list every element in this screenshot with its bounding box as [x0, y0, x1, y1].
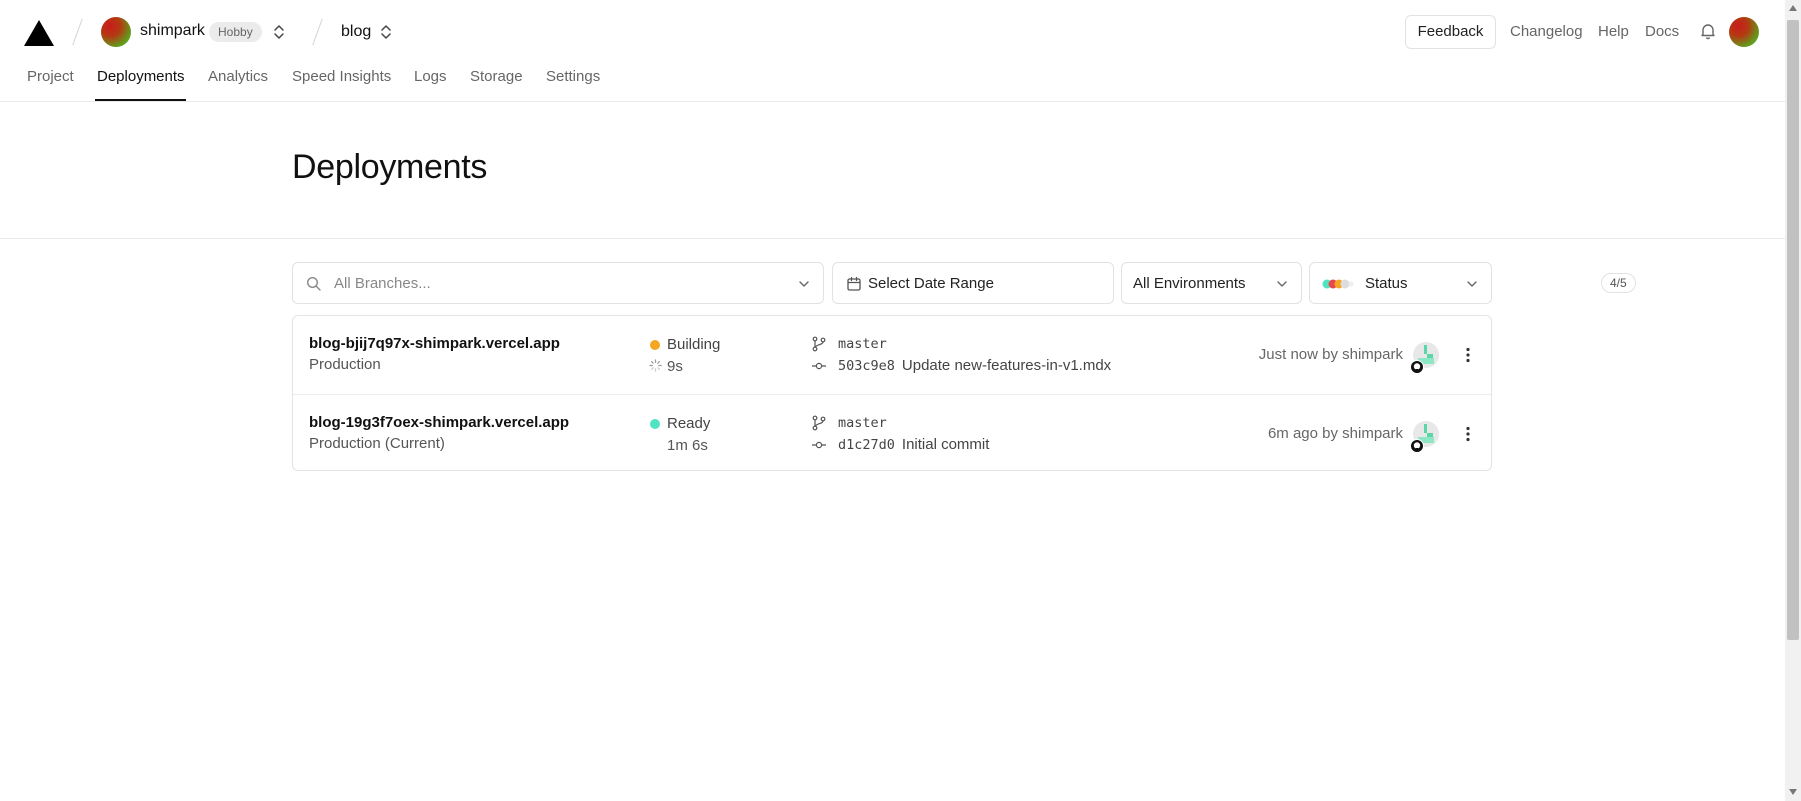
chevron-down-icon — [1277, 281, 1287, 287]
commit-info[interactable]: d1c27d0 Initial commit — [838, 436, 989, 453]
environment-filter-select[interactable]: All Environments — [1121, 262, 1302, 304]
tab-settings[interactable]: Settings — [546, 68, 600, 85]
deployment-duration: 9s — [667, 358, 683, 375]
scroll-down-arrow-icon[interactable] — [1788, 787, 1798, 797]
page-title: Deployments — [292, 148, 488, 186]
tab-logs[interactable]: Logs — [414, 68, 447, 85]
branch-filter-placeholder: All Branches... — [334, 275, 431, 292]
feedback-button[interactable]: Feedback — [1405, 15, 1496, 49]
team-name[interactable]: shimpark — [140, 22, 205, 40]
branch-name[interactable]: master — [838, 415, 887, 431]
tab-speed-insights[interactable]: Speed Insights — [292, 68, 391, 85]
branch-filter-select[interactable]: All Branches... — [292, 262, 824, 304]
commit-info[interactable]: 503c9e8 Update new-features-in-v1.mdx — [838, 357, 1111, 374]
section-divider — [0, 238, 1785, 239]
team-switcher-chevron-icon[interactable] — [272, 23, 286, 41]
github-icon — [1410, 439, 1424, 453]
commit-hash: d1c27d0 — [838, 437, 895, 453]
vercel-logo-icon[interactable] — [24, 20, 54, 46]
commit-message: Initial commit — [901, 436, 990, 453]
git-branch-icon — [812, 415, 826, 431]
tab-deployments[interactable]: Deployments — [97, 68, 185, 85]
deployment-meta: Just now by shimpark — [1258, 346, 1403, 363]
git-branch-icon — [812, 336, 826, 352]
status-filter-label: Status — [1365, 275, 1408, 292]
deployment-row[interactable]: blog-bjij7q97x-shimpark.vercel.app Produ… — [293, 316, 1491, 394]
deployment-status: Ready — [667, 415, 711, 432]
chevron-down-icon — [799, 281, 809, 287]
commit-message: Update new-features-in-v1.mdx — [901, 357, 1112, 374]
user-avatar[interactable] — [1729, 17, 1759, 47]
breadcrumb-separator — [312, 18, 323, 46]
tab-project[interactable]: Project — [27, 68, 74, 85]
deployment-duration: 1m 6s — [667, 437, 708, 454]
git-commit-icon — [812, 362, 826, 370]
docs-link[interactable]: Docs — [1645, 23, 1679, 40]
status-colors-icon — [1322, 279, 1354, 289]
git-commit-icon — [812, 441, 826, 449]
deployment-row[interactable]: blog-19g3f7oex-shimpark.vercel.app Produ… — [293, 394, 1491, 472]
team-avatar[interactable] — [101, 17, 131, 47]
deployment-url[interactable]: blog-19g3f7oex-shimpark.vercel.app — [309, 414, 569, 431]
calendar-icon — [847, 276, 861, 291]
tab-storage[interactable]: Storage — [470, 68, 523, 85]
date-range-picker[interactable]: Select Date Range — [832, 262, 1114, 304]
status-dot — [650, 419, 660, 429]
deployment-environment: Production — [309, 356, 381, 373]
deployment-environment: Production (Current) — [309, 435, 445, 452]
scrollbar-thumb[interactable] — [1787, 20, 1799, 640]
spinner-icon — [649, 359, 662, 372]
tab-analytics[interactable]: Analytics — [208, 68, 268, 85]
deployment-url[interactable]: blog-bjij7q97x-shimpark.vercel.app — [309, 335, 560, 352]
deployment-meta: 6m ago by shimpark — [1267, 425, 1403, 442]
search-icon — [306, 276, 321, 291]
environment-filter-label: All Environments — [1133, 275, 1246, 292]
changelog-link[interactable]: Changelog — [1510, 23, 1583, 40]
commit-hash: 503c9e8 — [838, 358, 895, 374]
kebab-menu-icon[interactable] — [1458, 345, 1478, 365]
project-switcher-chevron-icon[interactable] — [379, 23, 393, 41]
date-range-label: Select Date Range — [868, 275, 994, 292]
bell-icon[interactable] — [1698, 21, 1718, 41]
chevron-down-icon — [1467, 281, 1477, 287]
deployment-status: Building — [667, 336, 721, 353]
top-navigation-bar: shimpark Hobby blog Feedback Changelog H… — [0, 0, 1785, 102]
active-tab-indicator — [95, 99, 186, 101]
status-count-badge: 4/5 — [1601, 273, 1636, 293]
project-name[interactable]: blog — [341, 23, 371, 41]
breadcrumb-separator — [72, 18, 83, 46]
github-icon — [1410, 360, 1424, 374]
status-filter-select[interactable]: Status — [1309, 262, 1492, 304]
plan-badge: Hobby — [209, 22, 262, 42]
deployments-list: blog-bjij7q97x-shimpark.vercel.app Produ… — [292, 315, 1492, 471]
scroll-up-arrow-icon[interactable] — [1788, 3, 1798, 13]
page-scrollbar[interactable] — [1785, 0, 1801, 801]
kebab-menu-icon[interactable] — [1458, 424, 1478, 444]
branch-name[interactable]: master — [838, 336, 887, 352]
status-dot — [650, 340, 660, 350]
help-link[interactable]: Help — [1598, 23, 1629, 40]
